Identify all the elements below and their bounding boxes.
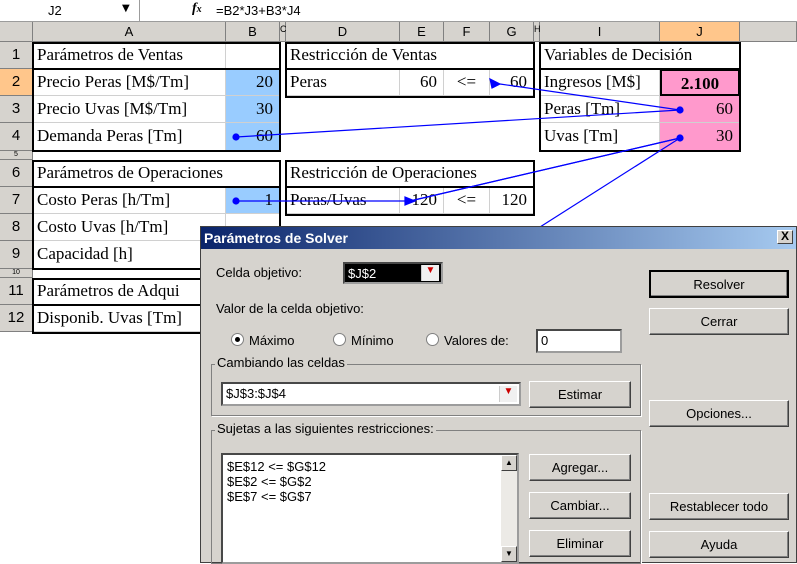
close-button[interactable]: Cerrar [649, 308, 789, 335]
arrow-dot-j4 [676, 134, 684, 142]
arrow-j3-to-e7 [409, 137, 681, 202]
dialog-titlebar[interactable]: Parámetros de Solver X [201, 227, 796, 249]
arrowhead-g2 [489, 77, 502, 89]
constraint-item[interactable]: $E$7 <= $G$7 [227, 489, 312, 504]
delete-button[interactable]: Eliminar [529, 530, 631, 557]
radio-maximum[interactable] [231, 333, 244, 346]
help-button[interactable]: Ayuda [649, 531, 789, 558]
constraints-label: Sujetas a las siguientes restricciones: [215, 421, 436, 436]
collapse-dialog-icon[interactable]: ▼ [421, 265, 439, 281]
radio-minimum[interactable] [333, 333, 346, 346]
arrow-dot-b7 [232, 197, 240, 205]
solver-dialog: Parámetros de Solver X Celda objetivo: $… [200, 226, 797, 564]
arrow-dot-b4 [232, 133, 240, 141]
dialog-title: Parámetros de Solver [204, 230, 348, 246]
close-icon[interactable]: X [777, 230, 793, 244]
chevron-down-icon[interactable]: ▼ [122, 3, 130, 14]
arrowhead-e7 [404, 196, 417, 206]
radio-values-of-label[interactable]: Valores de: [444, 333, 509, 348]
function-icon[interactable]: fx [192, 1, 202, 17]
changing-cells-label: Cambiando las celdas [215, 355, 347, 370]
formula-input[interactable]: =B2*J3+B3*J4 [216, 3, 301, 18]
name-box[interactable]: J2 ▼ [0, 0, 140, 21]
solve-button[interactable]: Resolver [649, 270, 789, 298]
values-of-value: 0 [541, 333, 549, 348]
add-button[interactable]: Agregar... [529, 454, 631, 481]
radio-minimum-label[interactable]: Mínimo [351, 333, 394, 348]
scroll-down-icon[interactable]: ▼ [501, 546, 517, 562]
target-cell-label: Celda objetivo: [216, 265, 302, 280]
target-value-label: Valor de la celda objetivo: [216, 301, 364, 316]
reset-all-button[interactable]: Restablecer todo [649, 493, 789, 520]
constraints-scrollbar[interactable]: ▲ ▼ [501, 455, 517, 562]
estimate-button[interactable]: Estimar [529, 381, 631, 408]
collapse-dialog-icon-2[interactable]: ▼ [499, 386, 517, 402]
constraints-list[interactable]: $E$12 <= $G$12 $E$2 <= $G$2 $E$7 <= $G$7… [221, 453, 519, 564]
name-box-value: J2 [48, 3, 62, 18]
arrow-dot-j3 [676, 106, 684, 114]
change-button[interactable]: Cambiar... [529, 492, 631, 519]
constraint-item[interactable]: $E$12 <= $G$12 [227, 459, 326, 474]
changing-cells-input[interactable]: $J$3:$J$4 [221, 382, 521, 406]
arrow-j3-to-g2 [499, 83, 681, 111]
radio-values-of[interactable] [426, 333, 439, 346]
values-of-input[interactable]: 0 [536, 329, 622, 353]
arrow-b4-to-j3 [235, 109, 681, 138]
constraint-item[interactable]: $E$2 <= $G$2 [227, 474, 312, 489]
target-cell-value: $J$2 [348, 266, 377, 281]
options-button[interactable]: Opciones... [649, 400, 789, 427]
radio-maximum-label[interactable]: Máximo [249, 333, 295, 348]
scroll-up-icon[interactable]: ▲ [501, 455, 517, 471]
arrow-j4-down [539, 137, 681, 228]
formula-bar: J2 ▼ fx =B2*J3+B3*J4 [0, 0, 797, 22]
changing-cells-value: $J$3:$J$4 [226, 386, 286, 401]
